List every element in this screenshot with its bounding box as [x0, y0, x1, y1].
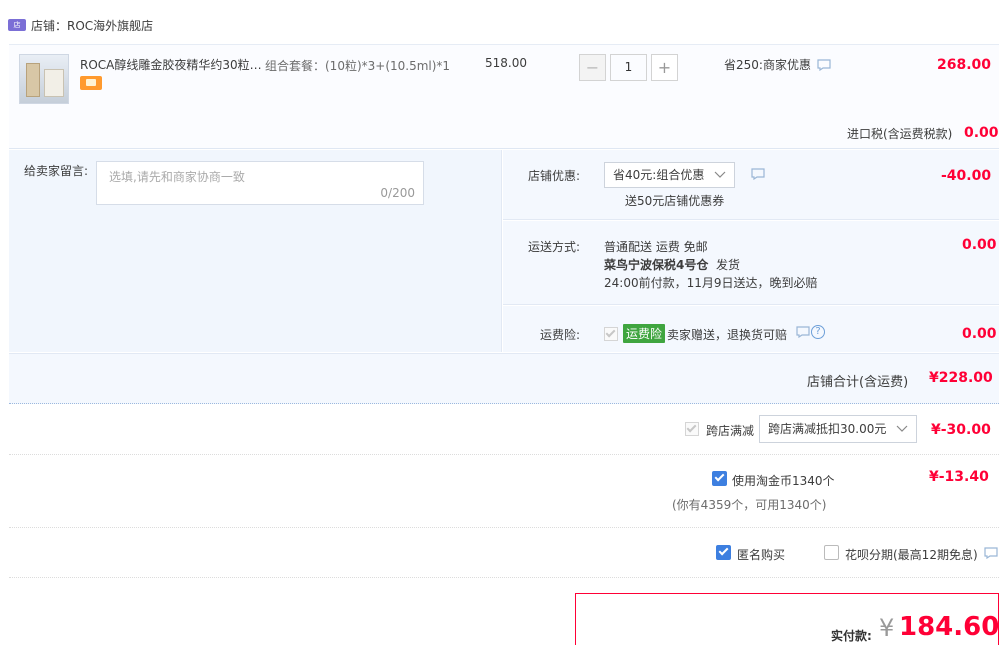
message-input[interactable]: 选填,请先和商家协商一致 0/200	[96, 161, 424, 205]
cross-store-checkbox[interactable]	[685, 422, 699, 436]
insurance-value: 0.00	[962, 326, 997, 342]
insurance-checkbox[interactable]	[604, 327, 618, 341]
message-placeholder: 选填,请先和商家协商一致	[109, 170, 245, 184]
subtotal-label: 店铺合计(含运费)	[807, 375, 909, 390]
qty-plus-button[interactable]: +	[651, 54, 678, 81]
card-icon	[80, 76, 102, 90]
coins-balance: (你有4359个，可用1340个)	[672, 498, 827, 512]
item-total: 268.00	[937, 57, 992, 73]
coins-value: ¥-13.40	[929, 469, 989, 485]
anonymous-checkbox[interactable]	[716, 545, 731, 560]
store-name[interactable]: 店铺：ROC海外旗舰店	[31, 17, 153, 34]
huabei-checkbox[interactable]	[824, 545, 839, 560]
qty-minus-button[interactable]: −	[579, 54, 606, 81]
coins-row: 使用淘金币1340个 (你有4359个，可用1340个) ¥-13.40	[9, 456, 999, 528]
quantity-stepper: − 1 +	[579, 54, 678, 81]
coins-label: 使用淘金币1340个	[732, 474, 835, 488]
anonymous-label: 匿名购买	[737, 548, 786, 562]
cross-store-row: 跨店满减 跨店满减抵扣30.00元 ¥-30.00	[9, 405, 999, 455]
cross-store-select[interactable]: 跨店满减抵扣30.00元	[759, 415, 917, 443]
qty-input[interactable]: 1	[610, 54, 647, 81]
message-section: 给卖家留言: 选填,请先和商家协商一致 0/200	[9, 150, 502, 352]
item-sku: 组合套餐：(10粒)*3+(10.5ml)*1	[265, 59, 451, 73]
actual-payment-box: 实付款: ¥ 184.60	[575, 593, 999, 645]
cross-store-selected: 跨店满减抵扣30.00元	[768, 422, 887, 436]
insurance-text: 卖家赠送，退换货可赔	[667, 328, 788, 342]
store-badge-icon: 店	[8, 19, 26, 31]
item-unit-price: 518.00	[485, 56, 527, 70]
shipping-section: 运送方式: 普通配送 运费 免邮 菜鸟宁波保税4号仓 发货 24:00前付款，1…	[503, 221, 999, 305]
shipping-warehouse: 菜鸟宁波保税4号仓	[604, 258, 709, 272]
item-discount: 省250:商家优惠	[724, 58, 811, 72]
message-char-count: 0/200	[380, 186, 415, 200]
promo-value: -40.00	[941, 168, 992, 184]
pay-value: 184.60	[899, 612, 1000, 642]
store-header: 店 店铺：ROC海外旗舰店	[8, 10, 153, 40]
chat-icon[interactable]	[796, 326, 810, 341]
shipping-warehouse-line: 菜鸟宁波保税4号仓 发货	[604, 256, 818, 274]
shipping-eta: 24:00前付款，11月9日送达，晚到必赔	[604, 276, 818, 290]
tax-label: 进口税(含运费税款)	[847, 127, 953, 141]
subtotal-value: ¥228.00	[929, 370, 993, 386]
promo-coupon-note: 送50元店铺优惠券	[625, 194, 725, 208]
insurance-label: 运费险:	[540, 328, 581, 342]
options-row: 匿名购买 花呗分期(最高12期免息)	[9, 529, 999, 578]
message-label: 给卖家留言:	[24, 164, 89, 178]
huabei-label: 花呗分期(最高12期免息)	[845, 548, 978, 562]
item-title[interactable]: ROCA醇线雕金胶夜精华约30粒…	[80, 56, 262, 73]
promo-selected: 省40元:组合优惠	[613, 168, 705, 182]
shipping-label: 运送方式:	[528, 240, 581, 254]
promo-select[interactable]: 省40元:组合优惠	[604, 162, 735, 188]
shipping-details: 普通配送 运费 免邮 菜鸟宁波保税4号仓 发货 24:00前付款，11月9日送达…	[604, 238, 818, 292]
shipping-method: 普通配送 运费 免邮	[604, 240, 708, 254]
chevron-down-icon	[714, 163, 726, 195]
tax-value: 0.00	[964, 125, 999, 141]
pay-currency: ¥	[879, 614, 895, 642]
shipping-value: 0.00	[962, 237, 997, 253]
shipping-dispatch: 发货	[716, 258, 741, 272]
cross-store-label: 跨店满减	[706, 424, 755, 438]
chat-icon[interactable]	[751, 168, 765, 183]
chevron-down-icon	[896, 416, 908, 451]
promo-label: 店铺优惠:	[528, 169, 581, 183]
cross-store-value: ¥-30.00	[931, 422, 991, 438]
pay-label: 实付款:	[831, 629, 872, 643]
chat-icon[interactable]	[984, 547, 998, 562]
help-icon[interactable]: ?	[811, 325, 825, 339]
coins-checkbox[interactable]	[712, 471, 727, 486]
store-subtotal: 店铺合计(含运费) ¥228.00	[9, 353, 999, 404]
item-row: ROCA醇线雕金胶夜精华约30粒… 组合套餐：(10粒)*3+(10.5ml)*…	[9, 44, 999, 149]
chat-icon[interactable]	[817, 59, 831, 75]
item-thumbnail[interactable]	[19, 54, 69, 104]
insurance-section: 运费险: 运费险 卖家赠送，退换货可赔 ? 0.00	[503, 306, 999, 352]
insurance-tag: 运费险	[623, 324, 666, 343]
shop-promo-section: 店铺优惠: 省40元:组合优惠 送50元店铺优惠券 -40.00	[503, 150, 999, 220]
